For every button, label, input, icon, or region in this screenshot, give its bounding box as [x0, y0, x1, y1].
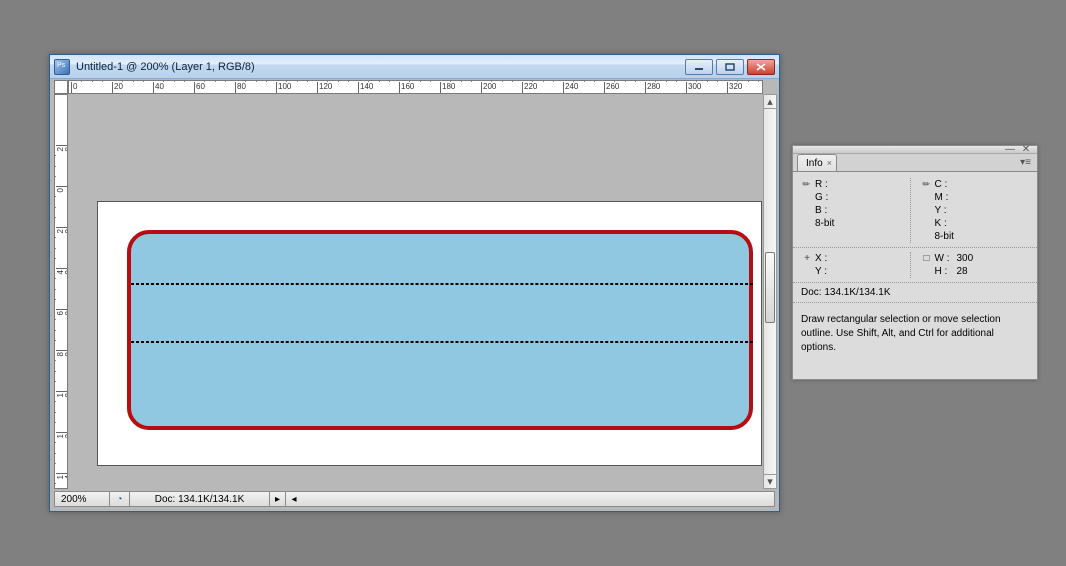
vertical-scrollbar[interactable]: ▴ ▾ — [763, 94, 777, 489]
hscroll-left-arrow[interactable]: ◂ — [286, 492, 302, 506]
vertical-scroll-thumb[interactable] — [765, 252, 775, 323]
x-label: X : — [815, 253, 833, 264]
info-tool-hint: Draw rectangular selection or move selec… — [801, 307, 1029, 355]
document-canvas[interactable] — [97, 201, 762, 466]
info-docsize: Doc: 134.1K/134.1K — [801, 287, 1029, 298]
titlebar[interactable]: Untitled-1 @ 200% (Layer 1, RGB/8) — [50, 55, 779, 79]
canvas-area[interactable] — [68, 94, 763, 489]
rgb-r-label: R : — [815, 179, 833, 190]
info-panel: — ✕ Info × ▾≡ ✎R : G : B : 8-bit ✎C : M … — [792, 145, 1038, 380]
bit-depth-left: 8-bit — [815, 218, 834, 229]
ruler-horizontal[interactable]: 0204060801001201401601802002202402602803… — [68, 80, 763, 94]
minimize-button[interactable] — [685, 59, 713, 75]
doc-title: Untitled-1 @ 200% (Layer 1, RGB/8) — [76, 61, 255, 73]
eyedropper-icon: ✎ — [801, 179, 813, 190]
panel-close-icon[interactable]: ✕ — [1021, 147, 1031, 153]
rgb-g-label: G : — [815, 192, 833, 203]
panel-minimize-icon[interactable]: — — [1005, 147, 1015, 153]
selection-marquee-bottom[interactable] — [131, 341, 753, 343]
info-panel-body: ✎R : G : B : 8-bit ✎C : M : Y : K : 8-bi… — [793, 172, 1037, 363]
panel-tabs: Info × ▾≡ — [793, 154, 1037, 172]
ruler-origin[interactable] — [54, 80, 68, 94]
scroll-down-arrow[interactable]: ▾ — [764, 474, 776, 488]
status-expose-icon[interactable]: ◔ — [110, 492, 130, 506]
docsize-menu-arrow[interactable]: ▸ — [270, 492, 286, 506]
dimensions-icon: □ — [921, 253, 933, 264]
cmyk-c-label: C : — [935, 179, 953, 190]
cmyk-m-label: M : — [935, 192, 953, 203]
selection-marquee-top[interactable] — [131, 283, 753, 285]
tab-info[interactable]: Info × — [797, 154, 837, 171]
rgb-b-label: B : — [815, 205, 833, 216]
ruler-vertical[interactable]: 20020406080100120140 — [54, 94, 68, 489]
maximize-button[interactable] — [716, 59, 744, 75]
h-label: H : — [935, 266, 953, 277]
cmyk-y-label: Y : — [935, 205, 953, 216]
crosshair-icon: + — [801, 253, 813, 264]
cmyk-k-label: K : — [935, 218, 953, 229]
h-val: 28 — [955, 266, 1030, 277]
status-bar: 200% ◔ Doc: 134.1K/134.1K ▸ ◂ — [54, 491, 775, 507]
bit-depth-right: 8-bit — [935, 231, 954, 242]
panel-menu-icon[interactable]: ▾≡ — [1020, 157, 1031, 168]
y-label: Y : — [815, 266, 833, 277]
document-window: Untitled-1 @ 200% (Layer 1, RGB/8) 02040… — [49, 54, 780, 512]
close-button[interactable] — [747, 59, 775, 75]
photoshop-icon — [54, 59, 70, 75]
eyedropper-icon-2: ✎ — [921, 179, 933, 190]
scroll-up-arrow[interactable]: ▴ — [764, 95, 776, 109]
tab-info-label: Info — [806, 158, 823, 169]
zoom-field[interactable]: 200% — [55, 492, 110, 506]
info-position-section: +X : Y : □W :300 H :28 — [801, 252, 1029, 278]
info-color-section: ✎R : G : B : 8-bit ✎C : M : Y : K : 8-bi… — [801, 178, 1029, 243]
tab-info-close-icon[interactable]: × — [827, 158, 832, 168]
panel-header[interactable]: — ✕ — [793, 146, 1037, 154]
w-val: 300 — [955, 253, 1030, 264]
rounded-rect-shape[interactable] — [127, 230, 753, 430]
w-label: W : — [935, 253, 953, 264]
docsize-field[interactable]: Doc: 134.1K/134.1K — [130, 492, 270, 506]
